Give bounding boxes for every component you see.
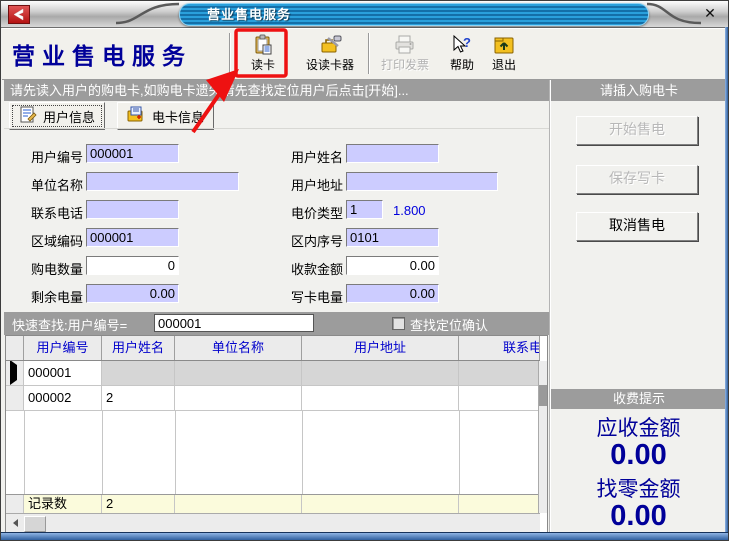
help-cursor-icon: ? (450, 32, 474, 58)
table-header-row: 用户编号 用户姓名 单位名称 用户地址 联系电话 (6, 336, 540, 361)
purchase-qty-field[interactable] (86, 256, 179, 275)
toolbar-separator (229, 33, 231, 74)
price-type-field[interactable] (346, 200, 383, 219)
window-right-edge (725, 27, 728, 540)
window-bottom-edge (1, 532, 728, 540)
change-amount-value: 0.00 (550, 500, 727, 533)
amount-field[interactable] (346, 256, 439, 275)
record-count-label: 记录数 (24, 495, 102, 513)
user-table: 用户编号 用户姓名 单位名称 用户地址 联系电话 000001 000002 2 (5, 335, 548, 533)
change-amount-label: 找零金额 (550, 473, 727, 503)
address-field[interactable] (346, 172, 498, 191)
cancel-sale-button[interactable]: 取消售电 (576, 212, 698, 241)
col-user-name[interactable]: 用户姓名 (102, 336, 175, 360)
company-field[interactable] (86, 172, 239, 191)
print-invoice-button: 打印发票 (374, 32, 436, 72)
help-label: 帮助 (450, 58, 474, 72)
user-name-label: 用户姓名 (277, 147, 343, 166)
fee-prompt-header: 收费提示 (551, 389, 727, 409)
col-address[interactable]: 用户地址 (302, 336, 459, 360)
toolbox-icon (318, 32, 342, 58)
quick-search-label: 快速查找:用户编号= (12, 315, 127, 334)
serial-label: 区内序号 (277, 231, 343, 250)
title-bar: 营业售电服务 ✕ (1, 1, 728, 28)
exit-folder-icon (493, 32, 515, 58)
remaining-label: 剩余电量 (17, 287, 83, 306)
close-button[interactable]: ✕ (700, 5, 720, 22)
amount-due-label: 应收金额 (550, 412, 727, 442)
tab-card-info-label: 电卡信息 (152, 107, 204, 126)
price-type-label: 电价类型 (277, 203, 343, 222)
instruction-bar: 请先读入用户的购电卡,如购电卡遗失请先查找定位用户后点击[开始]... (4, 80, 549, 101)
serial-field[interactable] (346, 228, 439, 247)
toolbar-separator (368, 33, 370, 74)
tab-user-info[interactable]: 用户信息 (9, 102, 105, 130)
write-qty-field[interactable] (346, 284, 439, 303)
exit-button[interactable]: 退出 (484, 32, 524, 72)
scroll-left-icon[interactable] (8, 516, 22, 530)
amount-due-value: 0.00 (550, 439, 727, 472)
vertical-scrollbar[interactable] (538, 361, 547, 513)
page-title: 营业售电服务 (12, 37, 192, 71)
card-info-icon (127, 106, 146, 126)
set-reader-label: 设读卡器 (306, 58, 354, 72)
quick-search-bar: 快速查找:用户编号= 查找定位确认 (4, 312, 549, 335)
print-invoice-label: 打印发票 (381, 58, 429, 72)
clipboard-icon (252, 32, 274, 58)
current-row-marker (10, 361, 17, 385)
user-id-field[interactable] (86, 144, 179, 163)
window-title: 营业售电服务 (207, 4, 291, 23)
horizontal-scroll-thumb[interactable] (24, 516, 46, 532)
vertical-scroll-thumb[interactable] (539, 385, 547, 406)
user-info-icon (19, 106, 37, 126)
read-card-button[interactable]: 读卡 (240, 32, 286, 72)
address-label: 用户地址 (277, 175, 343, 194)
insert-card-prompt: 请插入购电卡 (551, 80, 727, 101)
amount-label: 收款金额 (277, 259, 343, 278)
area-code-label: 区域编码 (17, 231, 83, 250)
record-count-value: 2 (102, 495, 175, 513)
col-user-id[interactable]: 用户编号 (24, 336, 102, 360)
set-reader-button[interactable]: 设读卡器 (298, 32, 362, 72)
quick-search-input[interactable] (154, 314, 314, 332)
user-name-field[interactable] (346, 144, 439, 163)
toolbar: 营业售电服务 读卡 (2, 28, 727, 80)
price-rate-value: 1.800 (393, 203, 426, 218)
tabs-baseline (4, 128, 549, 129)
area-code-field[interactable] (86, 228, 179, 247)
horizontal-scrollbar[interactable] (6, 513, 540, 532)
tab-user-info-label: 用户信息 (43, 107, 95, 126)
phone-label: 联系电话 (17, 203, 83, 222)
svg-text:?: ? (463, 35, 471, 50)
grid-lines (6, 411, 540, 494)
write-qty-label: 写卡电量 (277, 287, 343, 306)
help-button[interactable]: ? 帮助 (442, 32, 482, 72)
read-card-label: 读卡 (251, 58, 275, 72)
company-label: 单位名称 (17, 175, 83, 194)
tab-card-info[interactable]: 电卡信息 (117, 102, 214, 130)
col-phone[interactable]: 联系电话 (459, 336, 540, 360)
printer-icon (393, 32, 417, 58)
remaining-field[interactable] (86, 284, 179, 303)
purchase-qty-label: 购电数量 (17, 259, 83, 278)
selector-column-header (6, 336, 24, 360)
user-id-label: 用户编号 (17, 147, 83, 166)
locate-confirm-label: 查找定位确认 (410, 315, 488, 334)
phone-field[interactable] (86, 200, 179, 219)
save-write-card-button: 保存写卡 (576, 165, 698, 194)
start-sale-button: 开始售电 (576, 116, 698, 145)
table-footer-row: 记录数 2 (6, 494, 540, 513)
table-row-selected[interactable]: 000001 (6, 361, 540, 386)
app-logo-icon (8, 5, 30, 24)
table-row[interactable]: 000002 2 (6, 386, 540, 411)
col-company[interactable]: 单位名称 (175, 336, 302, 360)
exit-label: 退出 (492, 58, 516, 72)
locate-confirm-checkbox[interactable] (392, 317, 405, 330)
app-window: 营业售电服务 ✕ 营业售电服务 读卡 (0, 0, 729, 541)
